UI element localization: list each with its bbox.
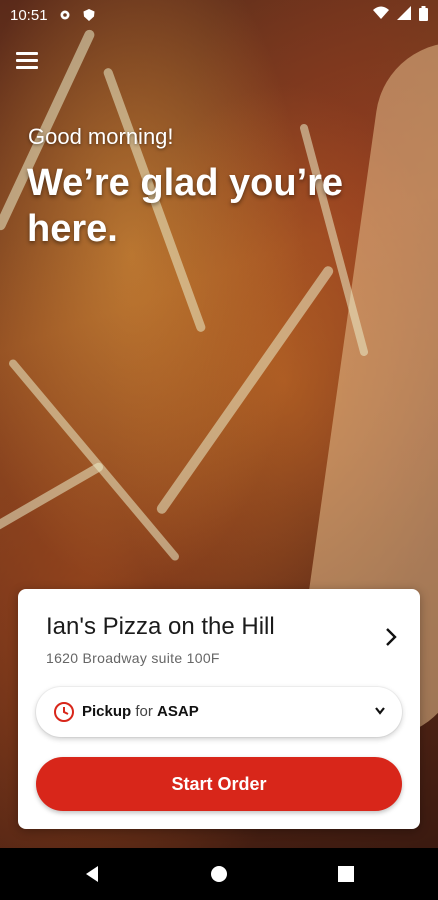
home-icon[interactable] (209, 864, 229, 884)
battery-icon (419, 5, 428, 25)
pickup-time-select[interactable]: Pickup for ASAP (36, 687, 402, 737)
wifi-icon (373, 6, 389, 24)
start-order-button[interactable]: Start Order (36, 757, 402, 811)
chevron-down-icon (375, 707, 385, 715)
shield-icon (82, 8, 96, 22)
gear-icon (58, 8, 72, 22)
hamburger-icon[interactable] (16, 52, 38, 70)
system-nav-bar (0, 848, 438, 900)
pickup-time: ASAP (157, 703, 199, 720)
store-address: 1620 Broadway suite 100F (46, 650, 220, 666)
drizzle-texture (7, 357, 181, 563)
signal-icon (397, 6, 411, 24)
pickup-connector: for (135, 703, 153, 720)
clock-icon (54, 702, 74, 722)
back-icon[interactable] (82, 864, 102, 884)
status-bar: 10:51 (0, 0, 438, 30)
store-name: Ian's Pizza on the Hill (46, 613, 275, 640)
drizzle-texture (0, 461, 105, 559)
pickup-summary: Pickup for ASAP (82, 703, 199, 720)
store-card: Ian's Pizza on the Hill 1620 Broadway su… (18, 589, 420, 829)
status-time: 10:51 (10, 6, 48, 24)
headline-text: We’re glad you’re here. (27, 162, 344, 250)
store-selector[interactable]: Ian's Pizza on the Hill 1620 Broadway su… (18, 589, 420, 673)
drizzle-texture (154, 264, 336, 516)
chevron-right-icon (386, 628, 397, 646)
greeting-text: Good morning! (28, 124, 174, 149)
recents-icon[interactable] (336, 864, 356, 884)
pickup-mode: Pickup (82, 703, 132, 720)
